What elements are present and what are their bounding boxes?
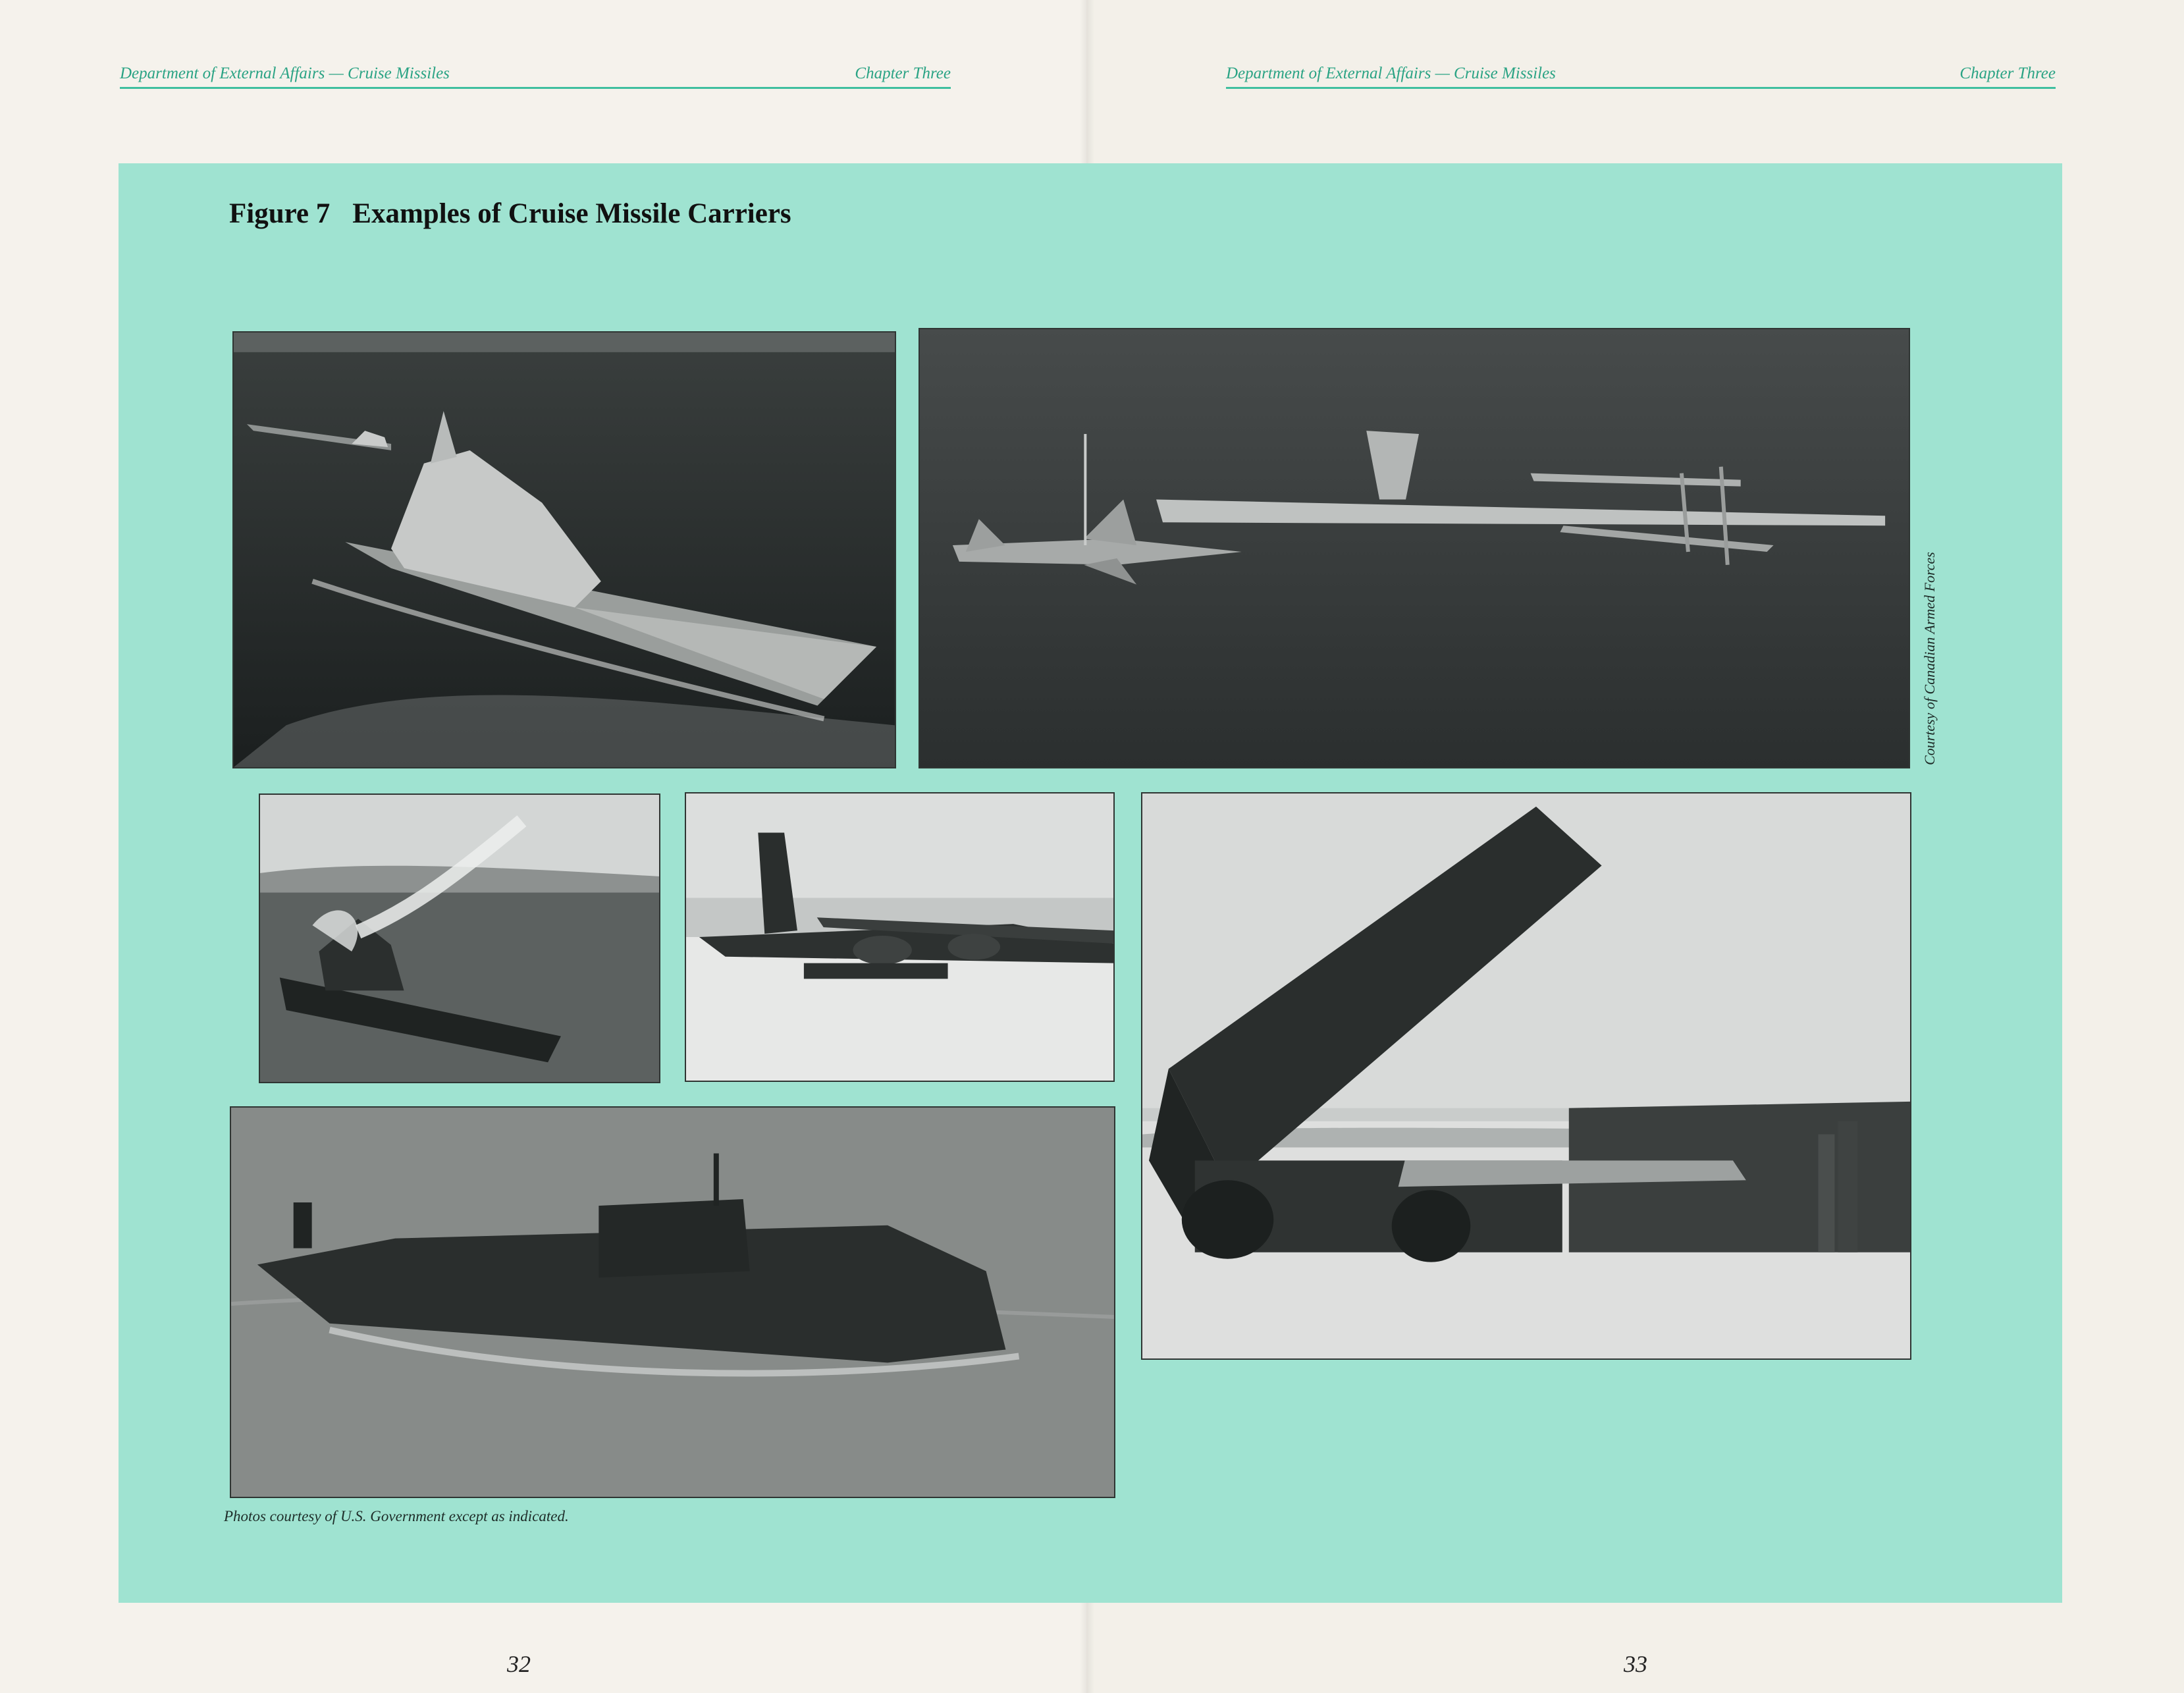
running-header-left: Department of External Affairs — Cruise … [120,61,951,89]
aircraft-intercept-photo [919,328,1910,768]
photo-credit-text: Courtesy of Canadian Armed Forces [1921,552,1938,765]
figure-title: Figure 7 Examples of Cruise Missile Carri… [229,198,791,230]
page-number-right: 33 [1624,1651,1647,1677]
battleship-launch-photo [259,793,660,1083]
page-number-left: 32 [507,1651,531,1677]
b52-bomber-photo [685,792,1115,1082]
glcm-launcher-photo [1141,792,1911,1360]
figure-number: Figure 7 [229,198,331,229]
header-chapter: Chapter Three [855,65,951,82]
figure-caption: Photos courtesy of U.S. Government excep… [224,1508,569,1524]
figure-caption-title: Examples of Cruise Missile Carriers [352,198,791,229]
submarine-photo [230,1106,1115,1498]
battlecruiser-photo [232,331,896,768]
running-header-right: Department of External Affairs — Cruise … [1226,61,2056,89]
header-chapter: Chapter Three [1959,65,2056,82]
header-title: Department of External Affairs — Cruise … [1226,65,1556,82]
header-title: Department of External Affairs — Cruise … [120,65,450,82]
photo-credit: Courtesy of Canadian Armed Forces [1921,552,1941,785]
